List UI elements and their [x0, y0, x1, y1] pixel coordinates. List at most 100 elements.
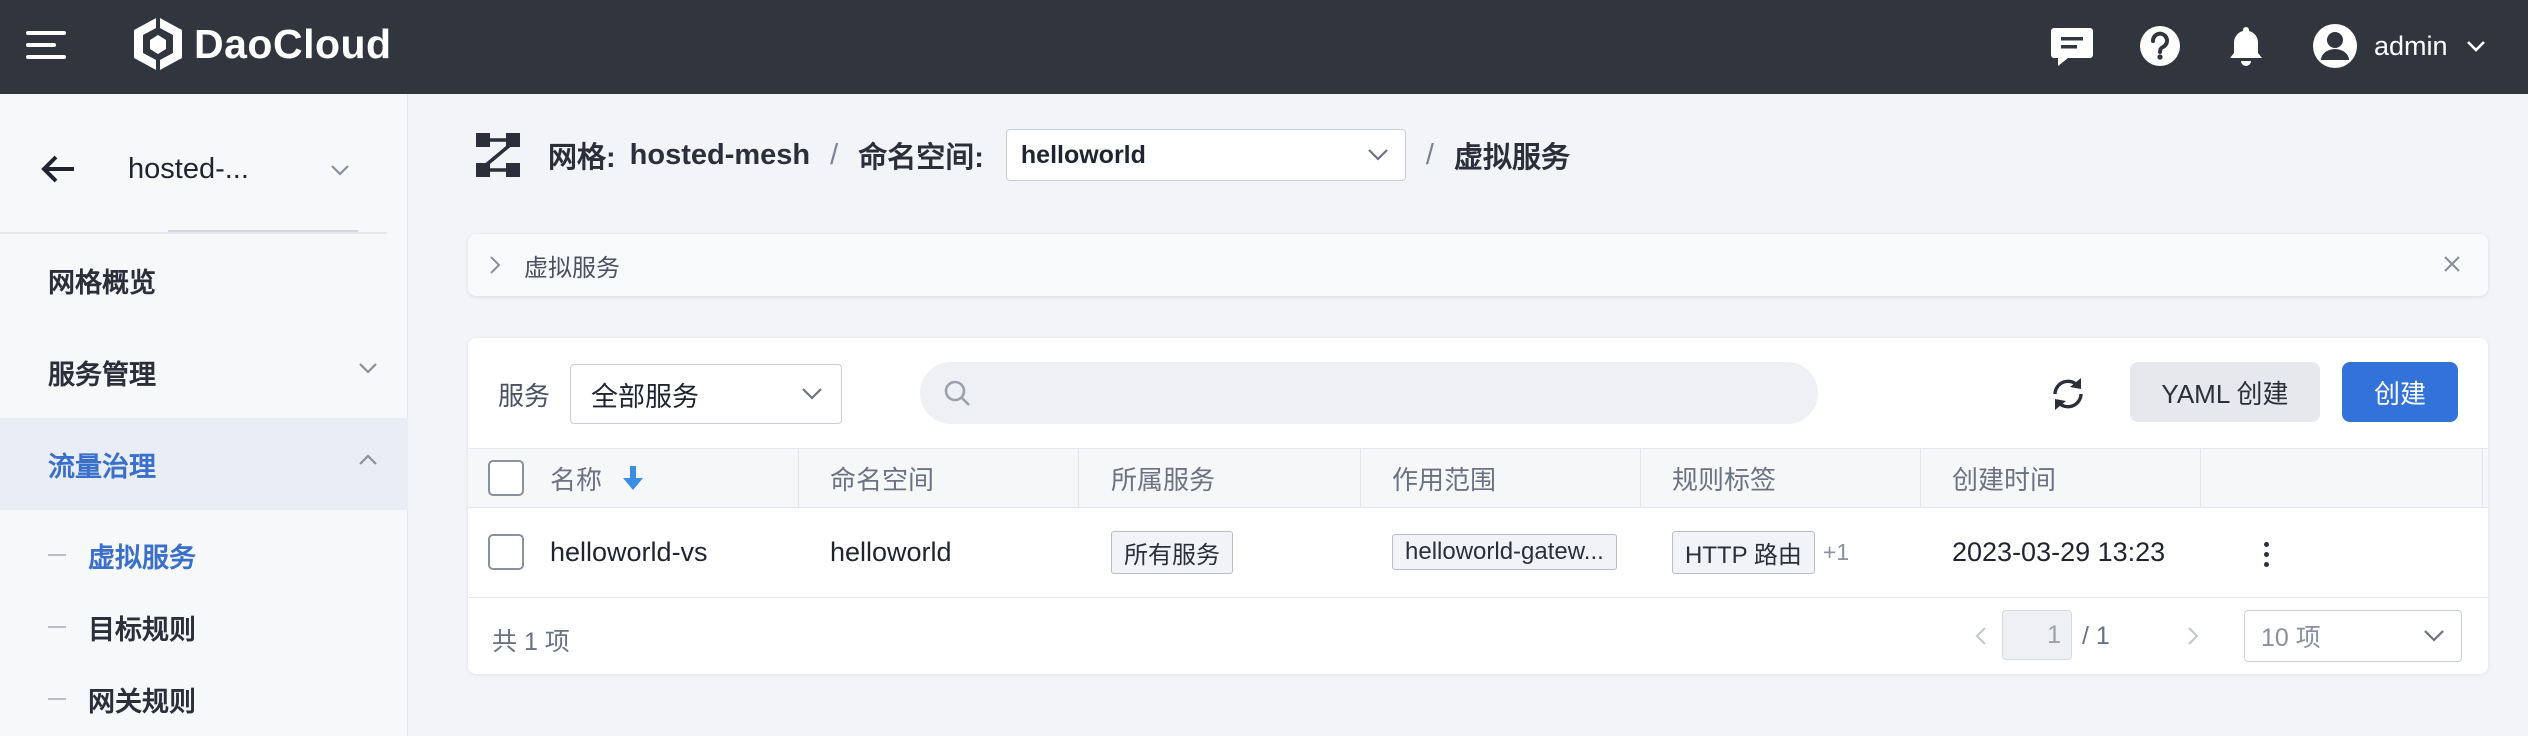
subitem-dash [48, 698, 66, 700]
sidebar-item-traffic-governance[interactable]: 流量治理 [0, 418, 408, 510]
column-header-name[interactable]: 名称 [550, 449, 644, 507]
page-number-input[interactable]: 1 [2002, 610, 2072, 660]
select-all-checkbox[interactable] [488, 460, 524, 496]
column-header-namespace: 命名空间 [830, 464, 935, 495]
bell-icon[interactable] [2222, 22, 2270, 70]
service-filter-value: 全部服务 [591, 381, 699, 412]
search-icon [944, 380, 970, 406]
user-avatar-icon [2313, 24, 2357, 68]
sort-descending-icon[interactable] [622, 464, 644, 492]
chevron-down-icon [802, 388, 822, 400]
table-footer: 共 1 项 1 / 1 10 项 [468, 598, 2488, 674]
column-divider [2482, 449, 2483, 507]
service-filter-select[interactable]: 全部服务 [570, 364, 842, 424]
breadcrumb-separator: / [1425, 138, 1434, 171]
table-row[interactable]: helloworld-vs helloworld 所有服务 helloworld… [468, 508, 2488, 598]
chevron-left-icon[interactable] [1970, 624, 1994, 648]
table-header: 名称 命名空间 所属服务 作用范围 规则标签 创建时间 [468, 448, 2488, 508]
sidebar-item-label: 流量治理 [48, 451, 156, 482]
close-icon[interactable] [2440, 252, 2464, 276]
sidebar-item-label: 网格概览 [48, 267, 156, 298]
namespace-select[interactable]: helloworld [1005, 129, 1406, 181]
scope-tag: helloworld-gatew... [1392, 534, 1617, 570]
breadcrumb-mesh-label: 网格: [548, 142, 616, 174]
page-size-value: 10 项 [2261, 624, 2321, 652]
chevron-up-icon [359, 454, 377, 465]
yaml-create-button[interactable]: YAML 创建 [2130, 362, 2320, 422]
mesh-selector[interactable]: hosted-... [40, 134, 380, 204]
namespace-select-value: helloworld [1020, 140, 1146, 169]
sidebar-subitem-destination-rule[interactable]: 目标规则 [0, 594, 408, 660]
column-divider [1078, 449, 1079, 507]
breadcrumb-namespace-label: 命名空间: [858, 142, 984, 174]
cell-service: 所有服务 [1111, 508, 1233, 596]
sidebar-subitem-gateway-rule[interactable]: 网关规则 [0, 666, 408, 732]
breadcrumb-mesh-link[interactable]: hosted-mesh [630, 139, 810, 172]
column-divider [1360, 449, 1361, 507]
back-arrow-icon[interactable] [40, 154, 76, 184]
cell-name[interactable]: helloworld-vs [550, 508, 708, 596]
column-divider [2200, 449, 2201, 507]
chevron-right-icon[interactable] [2180, 624, 2204, 648]
cell-namespace: helloworld [830, 536, 952, 567]
column-divider [1640, 449, 1641, 507]
brand-name: DaoCloud [194, 20, 392, 67]
column-header-service: 所属服务 [1111, 464, 1216, 495]
sidebar-divider-accent [168, 230, 358, 232]
total-count: 共 1 项 [492, 628, 570, 656]
sidebar-item-label: 服务管理 [48, 359, 156, 390]
search-input[interactable] [986, 377, 1806, 409]
search-box[interactable] [920, 362, 1818, 424]
sidebar-subitem-label: 虚拟服务 [88, 542, 196, 573]
sidebar-item-mesh-overview[interactable]: 网格概览 [0, 234, 408, 326]
breadcrumb: 网格: hosted-mesh / 命名空间: helloworld / 虚拟服… [474, 122, 1570, 188]
refresh-icon [2053, 378, 2083, 410]
help-icon[interactable] [2136, 22, 2184, 70]
column-header-created: 创建时间 [1952, 464, 2057, 495]
row-more-actions-icon[interactable] [2254, 534, 2278, 574]
page-total: / 1 [2082, 622, 2110, 650]
table-toolbar: 服务 全部服务 YAML 创建 创建 [468, 338, 2488, 448]
brand-logo[interactable]: DaoCloud [130, 14, 392, 74]
sidebar: hosted-... 网格概览 服务管理 流量治理 虚拟服务 目标规则 网关规则 [0, 94, 408, 736]
chevron-down-icon [2424, 630, 2444, 642]
sidebar-item-service-management[interactable]: 服务管理 [0, 326, 408, 418]
column-divider [798, 449, 799, 507]
service-filter-label: 服务 [498, 381, 551, 411]
create-button[interactable]: 创建 [2342, 362, 2458, 422]
mesh-icon [476, 133, 520, 177]
column-header-scope: 作用范围 [1392, 464, 1497, 495]
info-panel-title: 虚拟服务 [524, 254, 620, 282]
rule-tag-more[interactable]: +1 [1823, 539, 1849, 566]
top-bar: DaoCloud admin [0, 0, 2528, 94]
user-menu[interactable]: admin [2312, 18, 2486, 74]
mesh-name: hosted-... [128, 152, 249, 185]
info-panel: 虚拟服务 [468, 234, 2488, 296]
chevron-down-icon [1368, 149, 1388, 161]
rule-tag: HTTP 路由 [1672, 530, 1815, 574]
menu-icon[interactable] [26, 29, 66, 61]
column-header-label: 名称 [550, 464, 603, 495]
chevron-down-icon [359, 363, 377, 374]
refresh-button[interactable] [2046, 372, 2090, 416]
column-divider [1920, 449, 1921, 507]
cell-created-time: 2023-03-29 13:23 [1952, 536, 2166, 567]
chevron-right-icon[interactable] [488, 254, 502, 276]
breadcrumb-current-page: 虚拟服务 [1453, 142, 1570, 174]
cell-scope: helloworld-gatew... [1392, 508, 1617, 596]
row-checkbox[interactable] [488, 534, 524, 570]
sidebar-subitem-label: 网关规则 [88, 686, 196, 717]
daocloud-logo-icon [134, 15, 182, 73]
username: admin [2374, 30, 2448, 61]
service-tag: 所有服务 [1111, 530, 1233, 574]
sidebar-subitem-virtual-service[interactable]: 虚拟服务 [0, 522, 408, 588]
cell-rule-tag: HTTP 路由 +1 [1672, 508, 1849, 596]
page-size-select[interactable]: 10 项 [2244, 610, 2462, 662]
column-header-rule-tag: 规则标签 [1672, 464, 1777, 495]
chevron-down-icon [331, 165, 349, 176]
subitem-dash [48, 554, 66, 556]
chevron-down-icon [2466, 41, 2485, 52]
virtual-service-table-card: 服务 全部服务 YAML 创建 创建 名称 命名空间 所属服务 作用范围 规则标… [468, 338, 2488, 674]
message-icon[interactable] [2048, 22, 2096, 70]
breadcrumb-separator: / [830, 138, 839, 171]
